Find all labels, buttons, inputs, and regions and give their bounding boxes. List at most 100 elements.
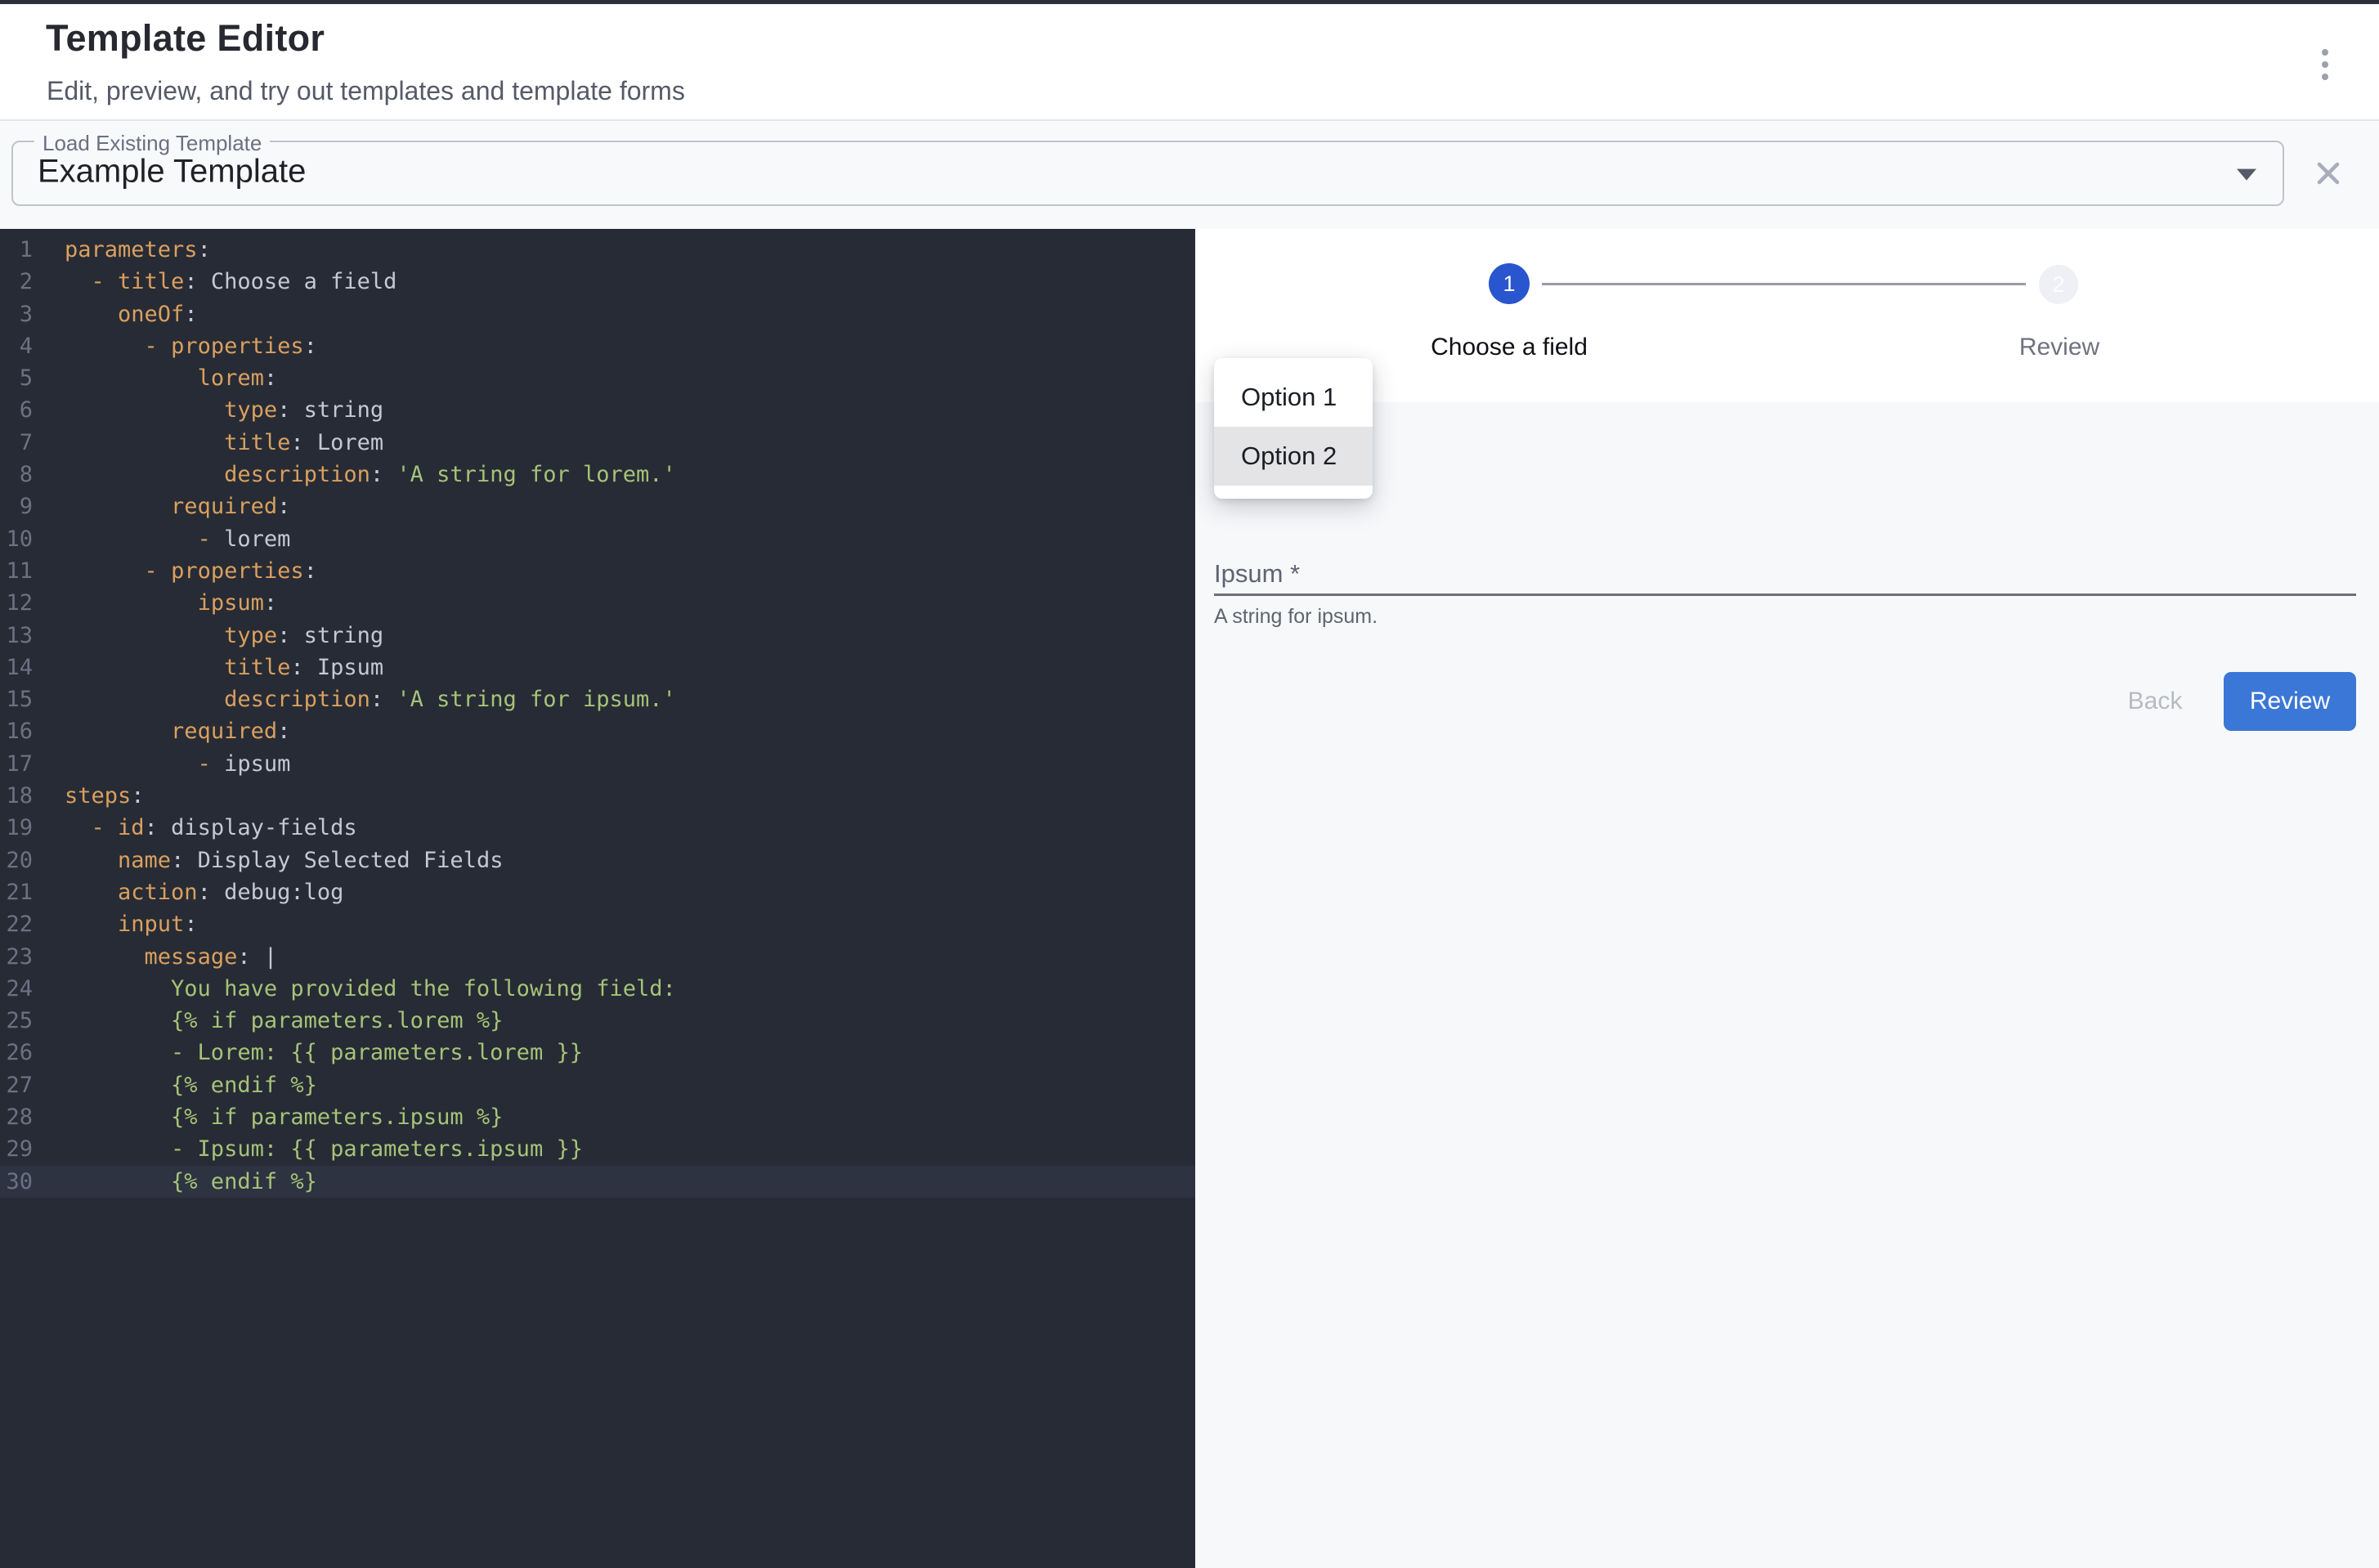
stepper: 1 2 Choose a field Review bbox=[1195, 229, 2379, 402]
editor-line-30[interactable]: 30 {% endif %} bbox=[0, 1166, 1195, 1198]
line-code: type: string bbox=[65, 620, 383, 652]
line-number: 4 bbox=[0, 330, 33, 362]
line-code: {% if parameters.lorem %} bbox=[65, 1005, 503, 1037]
code-editor[interactable]: 1 parameters:2 - title: Choose a field3 o… bbox=[0, 229, 1195, 1568]
editor-line-17[interactable]: 17 - ipsum bbox=[0, 748, 1195, 780]
line-number: 18 bbox=[0, 780, 33, 812]
clear-template-button[interactable] bbox=[2312, 157, 2345, 190]
line-code: type: string bbox=[65, 394, 383, 426]
stepper-connector bbox=[1542, 283, 2026, 285]
editor-line-15[interactable]: 15 description: 'A string for ipsum.' bbox=[0, 683, 1195, 715]
more-options-button[interactable] bbox=[2310, 42, 2340, 87]
load-template-select-label: Load Existing Template bbox=[34, 131, 270, 156]
page-subtitle: Edit, preview, and try out templates and… bbox=[47, 76, 685, 106]
editor-line-3[interactable]: 3 oneOf: bbox=[0, 298, 1195, 330]
line-number: 20 bbox=[0, 844, 33, 876]
editor-line-23[interactable]: 23 message: | bbox=[0, 941, 1195, 973]
line-number: 27 bbox=[0, 1069, 33, 1101]
editor-line-16[interactable]: 16 required: bbox=[0, 715, 1195, 747]
line-code: - Ipsum: {{ parameters.ipsum }} bbox=[65, 1133, 583, 1165]
line-code: - lorem bbox=[65, 523, 290, 555]
line-code: required: bbox=[65, 491, 290, 522]
line-number: 13 bbox=[0, 620, 33, 652]
editor-line-26[interactable]: 26 - Lorem: {{ parameters.lorem }} bbox=[0, 1037, 1195, 1068]
line-number: 11 bbox=[0, 555, 33, 587]
line-number: 1 bbox=[0, 234, 33, 266]
line-number: 3 bbox=[0, 298, 33, 330]
line-code: action: debug:log bbox=[65, 876, 343, 908]
line-number: 17 bbox=[0, 748, 33, 780]
editor-line-29[interactable]: 29 - Ipsum: {{ parameters.ipsum }} bbox=[0, 1133, 1195, 1165]
line-code: - Lorem: {{ parameters.lorem }} bbox=[65, 1037, 583, 1068]
kebab-icon bbox=[2322, 49, 2328, 56]
editor-line-8[interactable]: 8 description: 'A string for lorem.' bbox=[0, 459, 1195, 491]
line-number: 6 bbox=[0, 394, 33, 426]
line-code: name: Display Selected Fields bbox=[65, 844, 503, 876]
step-1-label: Choose a field bbox=[1431, 334, 1588, 361]
line-number: 23 bbox=[0, 941, 33, 973]
line-code: {% if parameters.ipsum %} bbox=[65, 1101, 503, 1133]
editor-line-20[interactable]: 20 name: Display Selected Fields bbox=[0, 844, 1195, 876]
line-code: steps: bbox=[65, 780, 145, 812]
line-number: 28 bbox=[0, 1101, 33, 1133]
code-editor-lines: 1 parameters:2 - title: Choose a field3 o… bbox=[0, 234, 1195, 1198]
editor-line-27[interactable]: 27 {% endif %} bbox=[0, 1069, 1195, 1101]
line-code: parameters: bbox=[65, 234, 211, 266]
menu-option-1[interactable]: Option 1 bbox=[1214, 368, 1373, 427]
line-code: oneOf: bbox=[65, 298, 198, 330]
line-code: - properties: bbox=[65, 555, 317, 587]
template-preview-panel: 1 2 Choose a field Review Option 1 Optio… bbox=[1195, 229, 2379, 1568]
line-code: - properties: bbox=[65, 330, 317, 362]
line-number: 15 bbox=[0, 683, 33, 715]
editor-line-1[interactable]: 1 parameters: bbox=[0, 234, 1195, 266]
load-template-bar: Load Existing Template Example Template bbox=[0, 119, 2379, 229]
editor-line-6[interactable]: 6 type: string bbox=[0, 394, 1195, 426]
kebab-icon bbox=[2322, 61, 2328, 68]
line-code: description: 'A string for ipsum.' bbox=[65, 683, 676, 715]
editor-line-4[interactable]: 4 - properties: bbox=[0, 330, 1195, 362]
line-code: required: bbox=[65, 715, 290, 747]
ipsum-input[interactable]: Ipsum * bbox=[1214, 554, 2356, 598]
editor-line-10[interactable]: 10 - lorem bbox=[0, 523, 1195, 555]
editor-line-28[interactable]: 28 {% if parameters.ipsum %} bbox=[0, 1101, 1195, 1133]
editor-line-22[interactable]: 22 input: bbox=[0, 908, 1195, 940]
line-code: input: bbox=[65, 908, 198, 940]
load-template-select-value: Example Template bbox=[38, 154, 306, 190]
editor-line-2[interactable]: 2 - title: Choose a field bbox=[0, 266, 1195, 298]
line-code: message: | bbox=[65, 941, 277, 973]
line-number: 2 bbox=[0, 266, 33, 298]
editor-line-7[interactable]: 7 title: Lorem bbox=[0, 427, 1195, 459]
editor-line-13[interactable]: 13 type: string bbox=[0, 620, 1195, 652]
editor-line-5[interactable]: 5 lorem: bbox=[0, 362, 1195, 394]
ipsum-field-underline bbox=[1214, 594, 2356, 596]
editor-line-25[interactable]: 25 {% if parameters.lorem %} bbox=[0, 1005, 1195, 1037]
review-button[interactable]: Review bbox=[2224, 672, 2356, 731]
step-1-number: 1 bbox=[1503, 271, 1515, 297]
line-code: ipsum: bbox=[65, 587, 277, 619]
chevron-down-icon bbox=[2237, 169, 2256, 181]
editor-line-12[interactable]: 12 ipsum: bbox=[0, 587, 1195, 619]
line-number: 21 bbox=[0, 876, 33, 908]
editor-line-19[interactable]: 19 - id: display-fields bbox=[0, 812, 1195, 844]
line-number: 29 bbox=[0, 1133, 33, 1165]
menu-option-2[interactable]: Option 2 bbox=[1214, 427, 1373, 486]
line-code: description: 'A string for lorem.' bbox=[65, 459, 676, 491]
editor-line-9[interactable]: 9 required: bbox=[0, 491, 1195, 522]
step-2-number: 2 bbox=[2052, 272, 2064, 298]
step-2-label: Review bbox=[2019, 334, 2099, 361]
line-number: 16 bbox=[0, 715, 33, 747]
ipsum-helper-text: A string for ipsum. bbox=[1214, 605, 1378, 629]
editor-line-14[interactable]: 14 title: Ipsum bbox=[0, 652, 1195, 683]
line-code: title: Lorem bbox=[65, 427, 383, 459]
editor-line-21[interactable]: 21 action: debug:log bbox=[0, 876, 1195, 908]
line-code: lorem: bbox=[65, 362, 277, 394]
editor-line-18[interactable]: 18 steps: bbox=[0, 780, 1195, 812]
editor-line-24[interactable]: 24 You have provided the following field… bbox=[0, 973, 1195, 1005]
line-code: title: Ipsum bbox=[65, 652, 383, 683]
load-template-select[interactable]: Load Existing Template Example Template bbox=[11, 141, 2284, 206]
close-icon bbox=[2316, 161, 2341, 186]
ipsum-field-label: Ipsum * bbox=[1214, 559, 1300, 589]
editor-line-11[interactable]: 11 - properties: bbox=[0, 555, 1195, 587]
template-editor-page: Template Editor Edit, preview, and try o… bbox=[0, 0, 2379, 1568]
back-button[interactable]: Back bbox=[2098, 679, 2212, 724]
